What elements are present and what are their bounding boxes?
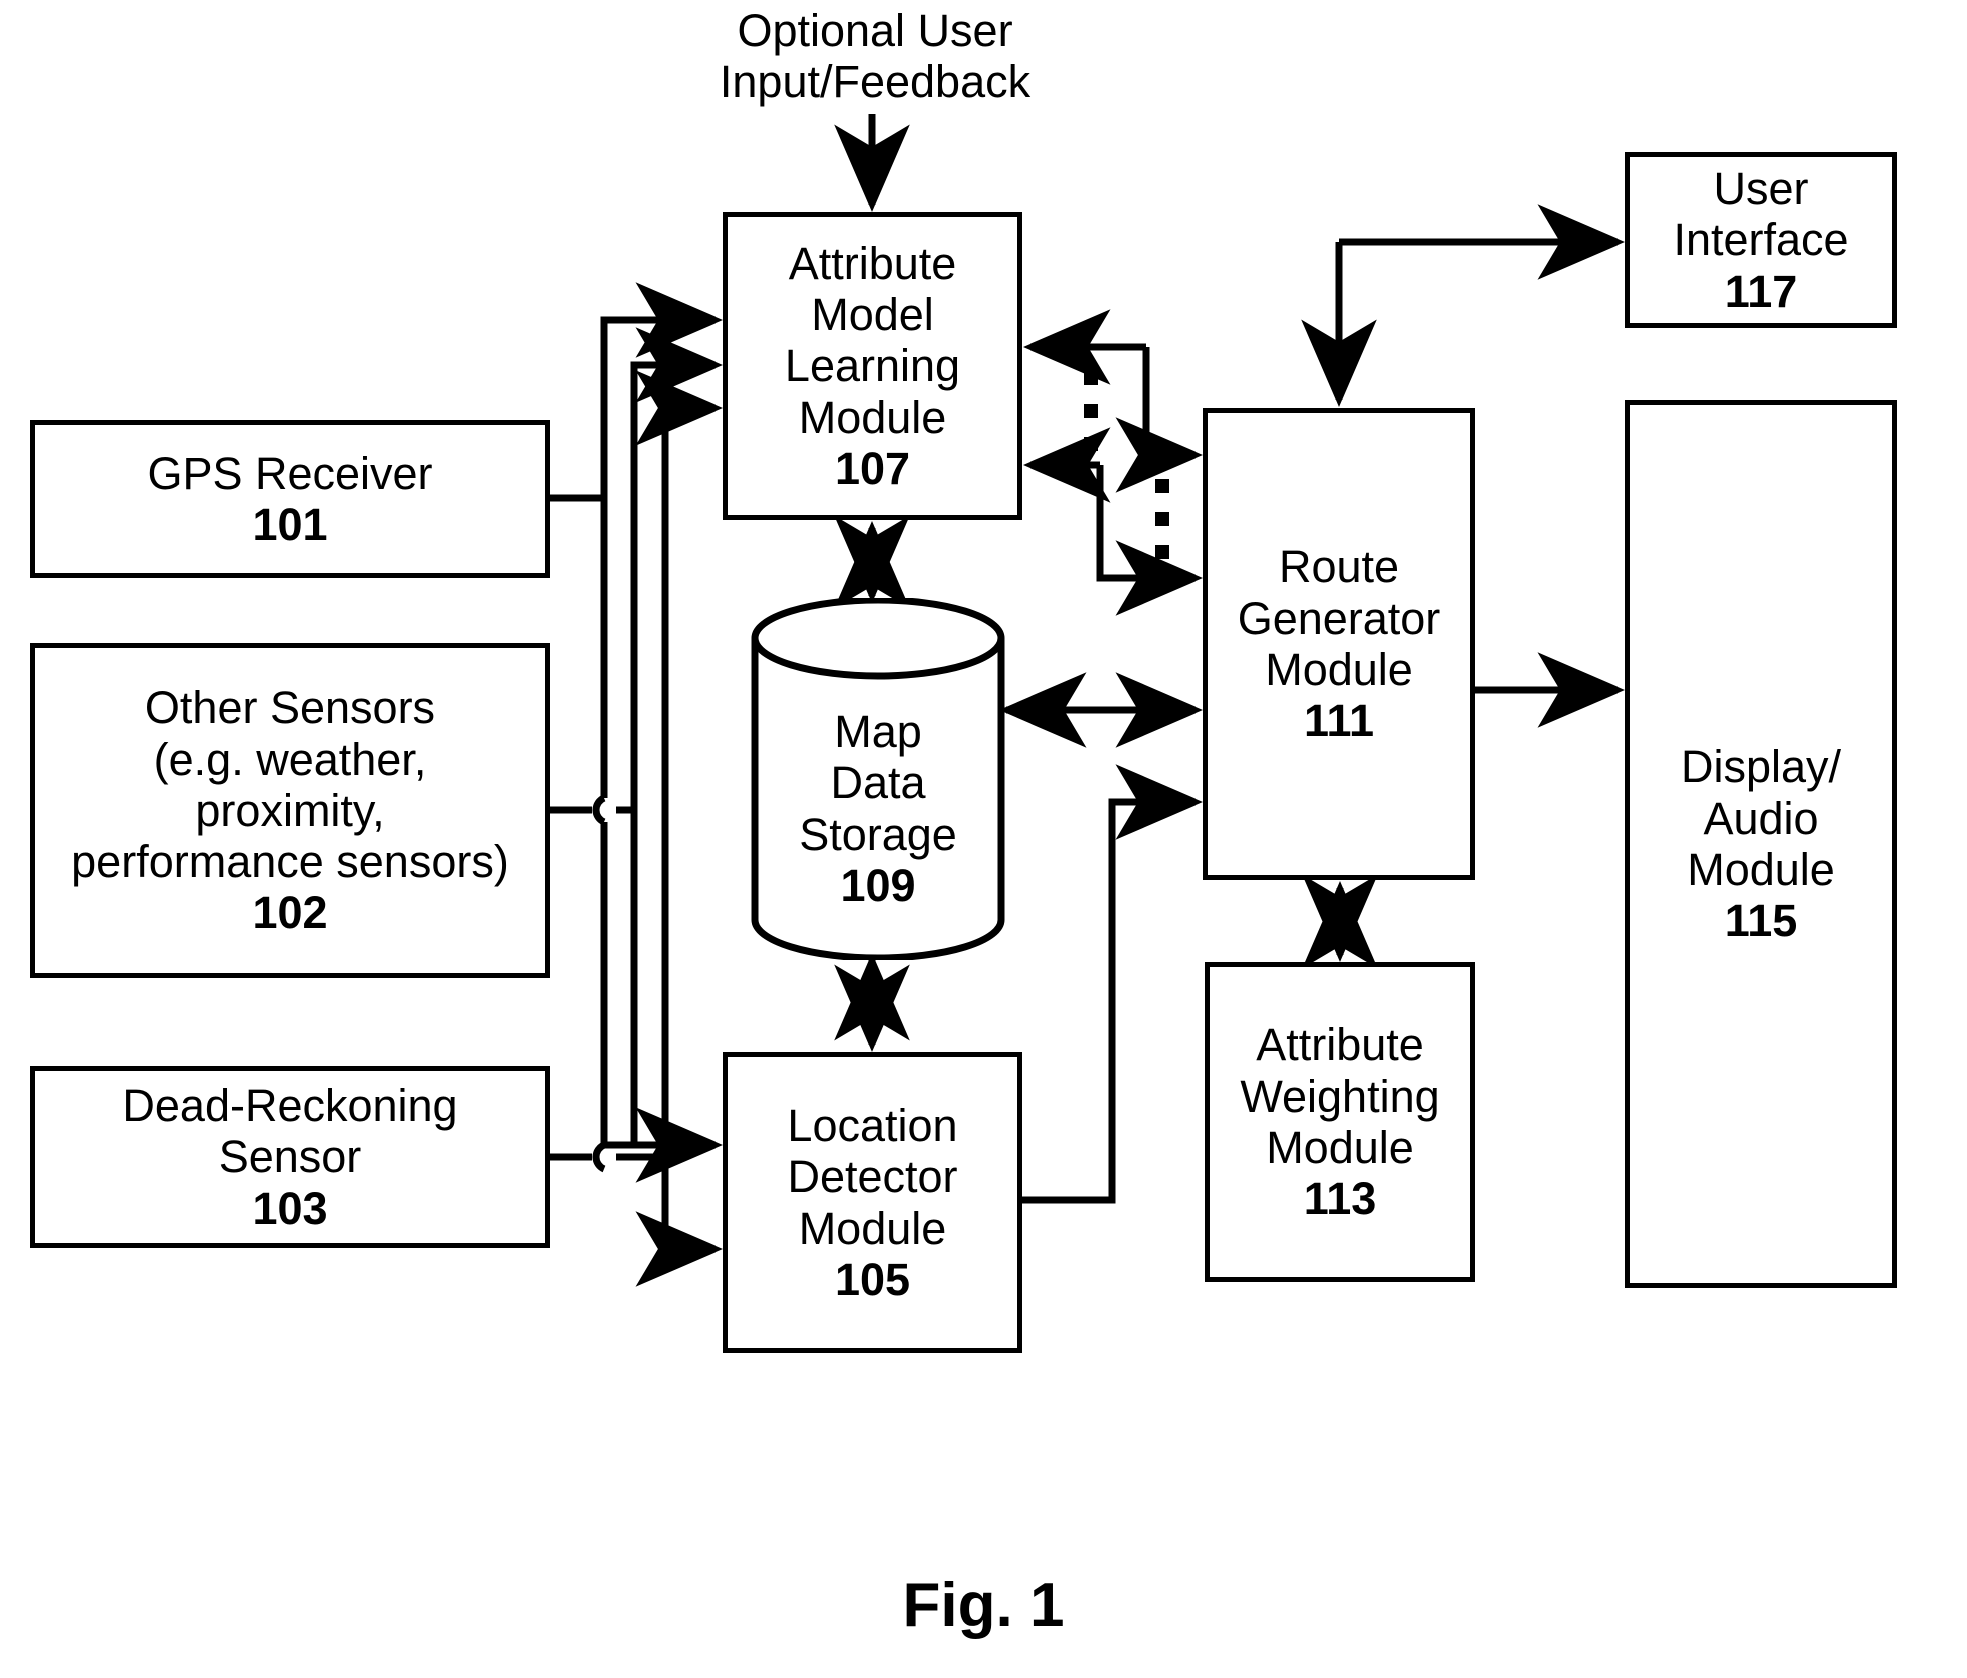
optional-user-input-label: Optional User Input/Feedback: [719, 5, 1031, 108]
dotted-link-decoration: [1084, 371, 1169, 559]
block-attribute-weighting-module[interactable]: Attribute Weighting Module 113: [1205, 962, 1475, 1282]
block-gps-receiver-label: GPS Receiver: [147, 447, 433, 499]
block-route-generator-module-label: Route Generator Module: [1237, 541, 1441, 695]
block-location-detector-module-ref: 105: [834, 1253, 911, 1305]
block-user-interface-ref: 117: [1724, 265, 1798, 317]
block-attribute-model-learning-module-ref: 107: [834, 442, 911, 494]
block-map-data-storage[interactable]: Map Data Storage 109: [750, 598, 1006, 960]
wire-105-to-111: [1022, 764, 1203, 1204]
block-attribute-weighting-module-label: Attribute Weighting Module: [1240, 1019, 1440, 1173]
block-location-detector-module[interactable]: Location Detector Module 105: [723, 1052, 1022, 1353]
block-user-interface-label: User Interface: [1673, 163, 1849, 266]
wire-111-to-107-upper-leg: [1115, 347, 1203, 493]
block-map-data-storage-ref: 109: [840, 860, 916, 911]
block-map-data-storage-label: Map Data Storage: [799, 706, 957, 860]
block-route-generator-module-ref: 111: [1303, 695, 1375, 747]
block-route-generator-module[interactable]: Route Generator Module 111: [1203, 408, 1475, 880]
block-attribute-weighting-module-ref: 113: [1303, 1173, 1377, 1225]
block-attribute-model-learning-module[interactable]: Attribute Model Learning Module 107: [723, 212, 1022, 520]
block-display-audio-module-label: Display/ Audio Module: [1680, 741, 1842, 895]
wire-101-to-105: [600, 822, 723, 1183]
figure-caption: Fig. 1: [902, 1571, 1065, 1640]
block-attribute-model-learning-module-label: Attribute Model Learning Module: [784, 237, 961, 443]
wire-hop-1: [592, 794, 606, 826]
block-gps-receiver-ref: 101: [252, 499, 328, 550]
wire-103-to-107: [635, 370, 723, 1157]
block-location-detector-module-label: Location Detector Module: [787, 1099, 958, 1254]
wire-102-to-107: [630, 327, 723, 810]
block-other-sensors-label: Other Sensors (e.g. weather, proximity, …: [71, 682, 509, 888]
block-display-audio-module[interactable]: Display/ Audio Module 115: [1625, 400, 1897, 1288]
patent-figure-1: Optional User Input/Feedback GPS Receive…: [0, 0, 1967, 1678]
block-other-sensors-ref: 102: [252, 887, 328, 939]
wire-107-to-111-lower-leg: [1096, 465, 1203, 616]
block-user-interface[interactable]: User Interface 117: [1625, 152, 1897, 328]
block-display-audio-module-ref: 115: [1724, 895, 1798, 947]
wire-101-to-107: [600, 282, 723, 498]
block-other-sensors[interactable]: Other Sensors (e.g. weather, proximity, …: [30, 643, 550, 978]
wire-hop-2: [592, 1141, 606, 1173]
block-dead-reckoning-sensor[interactable]: Dead-Reckoning Sensor 103: [30, 1066, 550, 1248]
block-gps-receiver[interactable]: GPS Receiver 101: [30, 420, 550, 578]
wire-103-to-105: [635, 1157, 723, 1287]
block-dead-reckoning-sensor-ref: 103: [252, 1182, 328, 1234]
block-dead-reckoning-sensor-label: Dead-Reckoning Sensor: [122, 1080, 458, 1183]
